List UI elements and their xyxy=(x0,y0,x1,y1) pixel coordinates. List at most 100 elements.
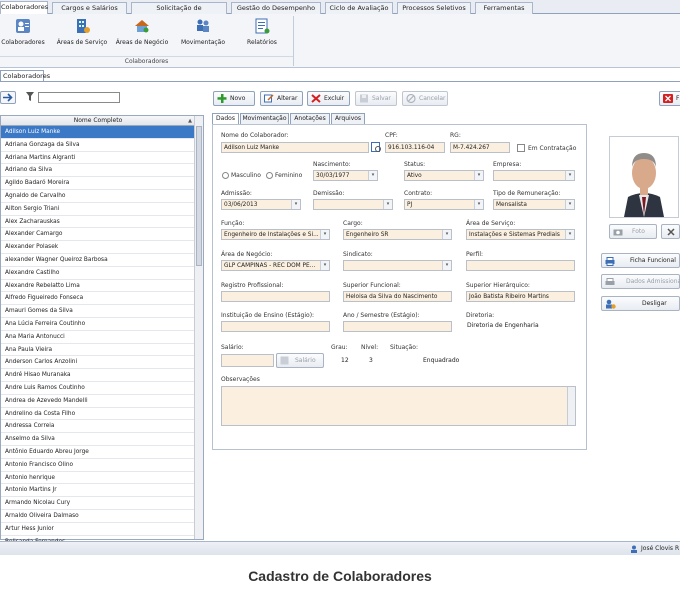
chevron-down-icon[interactable]: ▾ xyxy=(291,200,300,209)
employee-row[interactable]: Alex Zacharauskas xyxy=(1,216,195,229)
chevron-down-icon[interactable]: ▾ xyxy=(565,230,574,239)
ano-field[interactable] xyxy=(343,321,452,332)
area-servico-select[interactable]: Instalações e Sistemas Prediais ▾ xyxy=(466,229,575,240)
employee-row[interactable]: Adriano da Silva xyxy=(1,164,195,178)
employee-row[interactable]: Alexander Camargo xyxy=(1,228,195,242)
registro-field[interactable] xyxy=(221,291,330,302)
remove-photo-button[interactable] xyxy=(661,224,680,239)
dados-admissionais-button[interactable]: Dados Admissionais xyxy=(601,274,680,289)
ribbon-relatorios-button[interactable]: Relatórios xyxy=(242,17,282,57)
employee-row[interactable]: Adriana Gonzaga da Silva xyxy=(1,139,195,152)
chevron-down-icon[interactable]: ▾ xyxy=(320,261,329,270)
employee-row[interactable]: Adilson Luiz Manke xyxy=(1,126,195,139)
nascimento-field[interactable]: 30/03/1977 ▾ xyxy=(313,170,378,181)
rg-field[interactable]: M-7.424.267 xyxy=(450,142,510,153)
chevron-down-icon[interactable]: ▾ xyxy=(320,230,329,239)
employee-row[interactable]: Ana Paula Vieira xyxy=(1,344,195,357)
demissao-field[interactable]: ▾ xyxy=(313,199,393,210)
salario-button[interactable]: Salário xyxy=(276,353,324,368)
menu-tab-solicitacao[interactable]: Solicitação de Colaboradores xyxy=(131,2,227,23)
chevron-down-icon[interactable]: ▾ xyxy=(368,171,377,180)
remuneracao-select[interactable]: Mensalista ▾ xyxy=(493,199,575,210)
form-tab-dados[interactable]: Dados xyxy=(212,113,239,124)
employee-row[interactable]: Alexandre Castilho xyxy=(1,267,195,280)
lookup-icon[interactable] xyxy=(371,142,382,153)
employee-row[interactable]: Agildo Badaró Moreira xyxy=(1,177,195,190)
employee-row[interactable]: Anselmo da Silva xyxy=(1,433,195,446)
foto-button[interactable]: Foto xyxy=(609,224,657,239)
instituicao-field[interactable] xyxy=(221,321,330,332)
employee-row[interactable]: Andre Luis Ramos Coutinho xyxy=(1,382,195,395)
menu-tab-processos[interactable]: Processos Seletivos xyxy=(397,2,471,14)
employee-row[interactable]: Ana Maria Antonucci xyxy=(1,331,195,344)
fechar-button[interactable]: F xyxy=(659,91,680,106)
employee-row[interactable]: Ana Lúcia Ferreira Coutinho xyxy=(1,318,195,331)
contrato-select[interactable]: PJ ▾ xyxy=(404,199,484,210)
funcao-select[interactable]: Engenheiro de Instalações e Si... ▾ xyxy=(221,229,330,240)
sup-funcional-field[interactable]: Heloisa da Silva do Nascimento xyxy=(343,291,452,302)
cancelar-button[interactable]: Cancelar xyxy=(402,91,448,106)
sindicato-select[interactable]: ▾ xyxy=(343,260,452,271)
employee-row[interactable]: Ailton Sergio Triani xyxy=(1,203,195,216)
observacoes-scrollbar[interactable] xyxy=(567,387,575,425)
employee-row[interactable]: alexander Wagner Queiroz Barbosa xyxy=(1,254,195,267)
cargo-select[interactable]: Engenheiro SR ▾ xyxy=(343,229,452,240)
alterar-button[interactable]: Alterar xyxy=(260,91,303,106)
form-tab-anotacoes[interactable]: Anotações xyxy=(290,113,330,124)
employee-row[interactable]: Andressa Correia xyxy=(1,420,195,434)
employee-row[interactable]: Andrelino da Costa Filho xyxy=(1,408,195,421)
menu-tab-desempenho[interactable]: Gestão do Desempenho xyxy=(231,2,321,14)
employee-row[interactable]: Anderson Carlos Anzolini xyxy=(1,356,195,370)
ribbon-areas-negocio-button[interactable]: Áreas de Negócio xyxy=(115,17,169,57)
empresa-select[interactable]: ▾ xyxy=(493,170,575,181)
employee-row[interactable]: Andrea de Azevedo Mandelli xyxy=(1,395,195,408)
chevron-down-icon[interactable]: ▾ xyxy=(383,200,392,209)
menu-tab-ferramentas[interactable]: Ferramentas xyxy=(475,2,533,14)
employee-row[interactable]: Alexandre Rebelatto Lima xyxy=(1,280,195,293)
ribbon-movimentacao-button[interactable]: Movimentação xyxy=(178,17,228,57)
employee-row[interactable]: Agnaldo de Carvalho xyxy=(1,190,195,203)
chevron-down-icon[interactable]: ▾ xyxy=(442,230,451,239)
menu-tab-colaboradores[interactable]: Colaboradores xyxy=(0,1,48,15)
status-select[interactable]: Ativo ▾ xyxy=(404,170,484,181)
feminino-radio[interactable] xyxy=(266,172,273,179)
ribbon-colaboradores-button[interactable]: Colaboradores xyxy=(0,17,46,57)
form-tab-arquivos[interactable]: Arquivos xyxy=(331,113,365,124)
employee-row[interactable]: Antonio henrique xyxy=(1,472,195,485)
perfil-field[interactable] xyxy=(466,260,575,271)
menu-tab-cargos[interactable]: Cargos e Salários xyxy=(52,2,127,14)
employee-row[interactable]: André Hisao Muranaka xyxy=(1,369,195,382)
chevron-down-icon[interactable]: ▾ xyxy=(474,200,483,209)
navigate-button[interactable] xyxy=(0,91,16,104)
employee-row[interactable]: Arnaldo Oliveira Dalmaso xyxy=(1,510,195,523)
grid-scrollbar-thumb[interactable] xyxy=(196,126,202,266)
chevron-down-icon[interactable]: ▾ xyxy=(565,200,574,209)
admissao-field[interactable]: 03/06/2013 ▾ xyxy=(221,199,301,210)
employee-row[interactable]: Antônio Eduardo Abreu Jorge xyxy=(1,446,195,459)
novo-button[interactable]: Novo xyxy=(213,91,255,106)
chevron-down-icon[interactable]: ▾ xyxy=(474,171,483,180)
masculino-radio[interactable] xyxy=(222,172,229,179)
desligar-button[interactable]: Desligar xyxy=(601,296,680,311)
employee-row[interactable]: Artur Hess Junior xyxy=(1,523,195,536)
em-contratacao-checkbox[interactable] xyxy=(517,144,525,152)
employee-row[interactable]: Amauri Gomes da Silva xyxy=(1,305,195,318)
employee-row[interactable]: Adriana Martins Algranti xyxy=(1,152,195,165)
cpf-field[interactable]: 916.103.116-04 xyxy=(385,142,445,153)
sup-hierarquico-field[interactable]: João Batista Ribeiro Martins xyxy=(466,291,575,302)
employee-row[interactable]: Alfredo Figueiredo Fonseca xyxy=(1,292,195,306)
employee-row[interactable]: Antonio Francisco Olino xyxy=(1,459,195,472)
salvar-button[interactable]: Salvar xyxy=(355,91,397,106)
menu-tab-ciclo[interactable]: Ciclo de Avaliação xyxy=(325,2,393,14)
employee-row[interactable]: Alexander Polasek xyxy=(1,241,195,254)
salario-field[interactable] xyxy=(221,354,274,367)
nome-field[interactable]: Adilson Luiz Manke xyxy=(221,142,369,153)
area-negocio-select[interactable]: GLP CAMPINAS - REC DOM PE... ▾ xyxy=(221,260,330,271)
ficha-funcional-button[interactable]: Ficha Funcional xyxy=(601,253,680,268)
column-header-nome[interactable]: Nome Completo ▲ xyxy=(1,116,195,126)
grid-scrollbar[interactable] xyxy=(194,116,203,539)
form-tab-movimentacao[interactable]: Movimentação xyxy=(240,113,289,124)
search-input[interactable] xyxy=(38,92,120,103)
chevron-down-icon[interactable]: ▾ xyxy=(565,171,574,180)
filter-icon[interactable] xyxy=(26,92,34,101)
